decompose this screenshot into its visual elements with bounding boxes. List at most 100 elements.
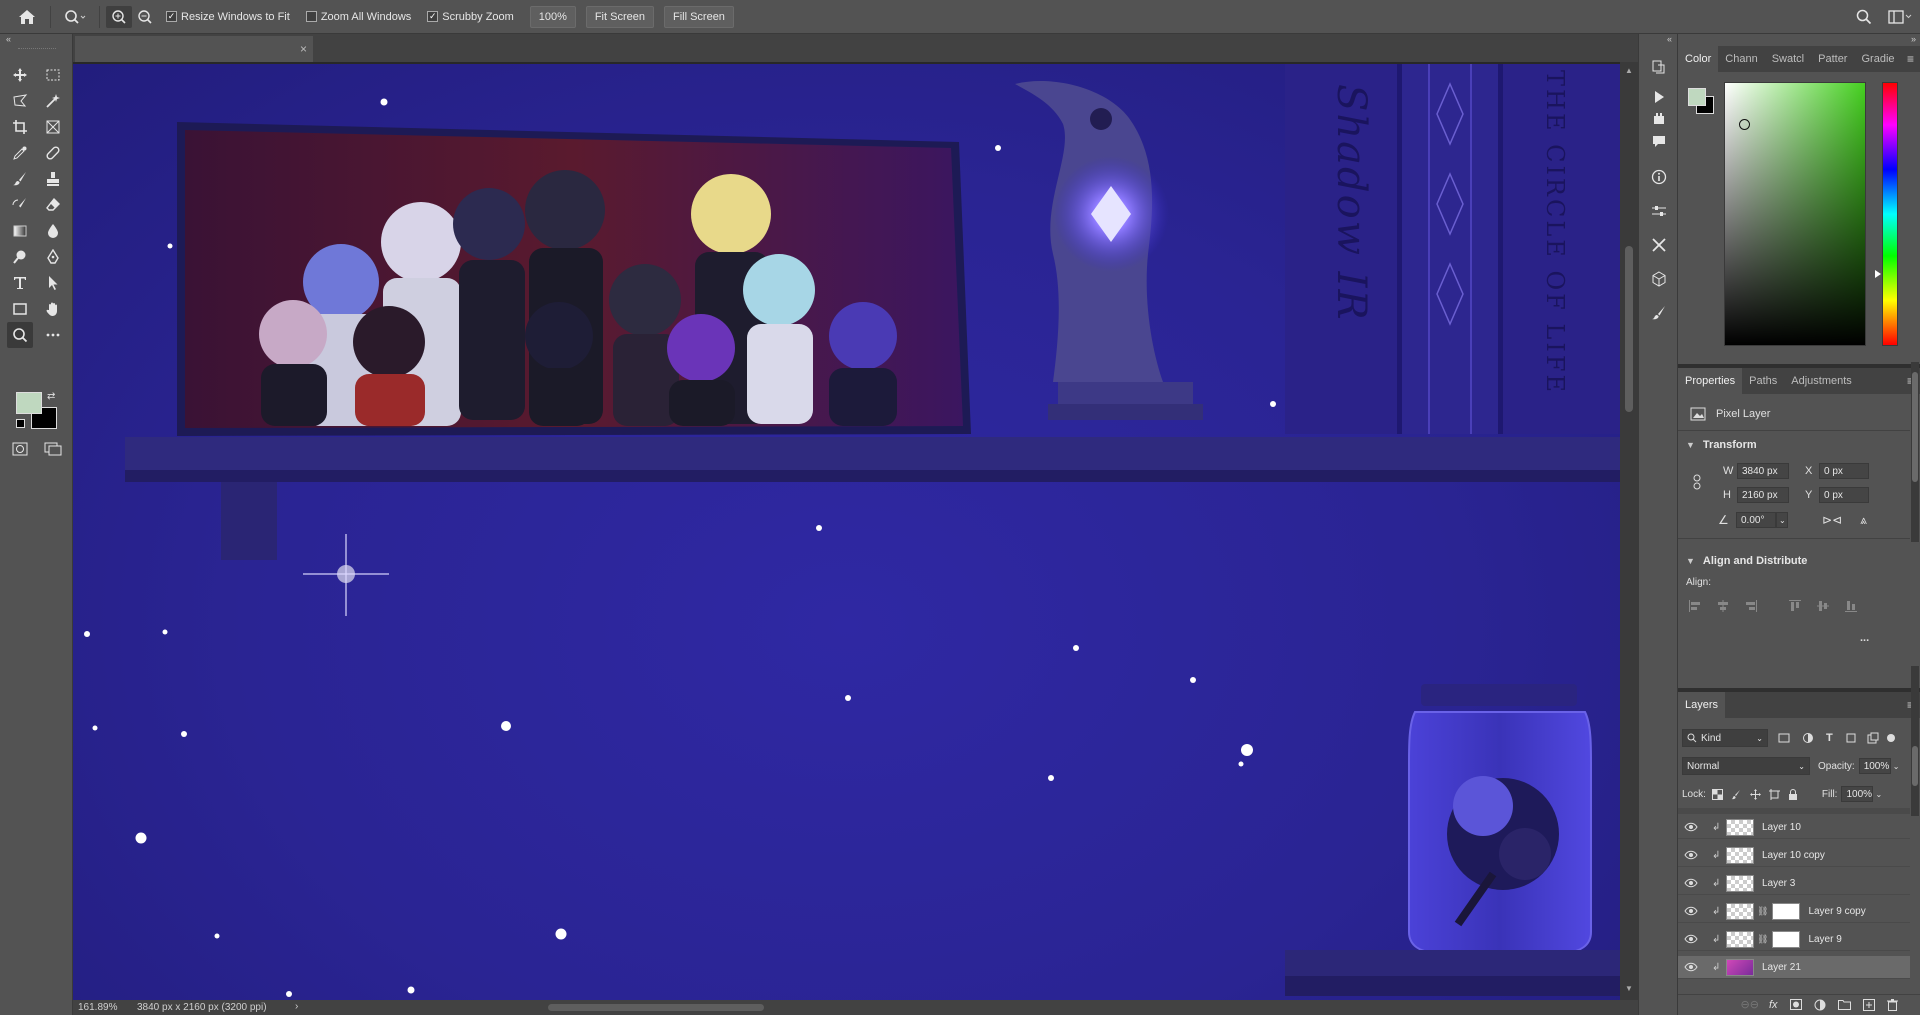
layer-row[interactable]: ↲ ⛓ Layer 9 [1678, 928, 1910, 951]
zoom-tool-preset-button[interactable] [57, 6, 93, 28]
zoom-all-windows-checkbox[interactable]: Zoom All Windows [305, 11, 411, 23]
frame-tool[interactable] [40, 114, 66, 140]
collapse-panels-icon[interactable]: » [1911, 34, 1916, 44]
hue-slider-marker[interactable] [1875, 270, 1881, 278]
mask-link-icon[interactable]: ⛓ [1757, 934, 1768, 945]
opacity-dropdown-icon[interactable]: ⌄ [1893, 762, 1900, 771]
align-center-icon[interactable] [1716, 599, 1730, 613]
resize-windows-checkbox[interactable]: ✓ Resize Windows to Fit [166, 11, 290, 23]
delete-layer-icon[interactable] [1886, 998, 1898, 1011]
layer-mask-thumbnail[interactable] [1772, 902, 1801, 920]
marquee-tool[interactable] [40, 62, 66, 88]
default-colors-icon[interactable] [16, 419, 25, 428]
tab-color[interactable]: Color [1678, 46, 1719, 72]
tool-presets-panel-button[interactable] [1646, 232, 1672, 258]
dodge-tool[interactable] [7, 244, 33, 270]
align-section-header[interactable]: ▼ Align and Distribute [1678, 552, 1920, 570]
pen-tool[interactable] [40, 244, 66, 270]
filter-adjustment-icon[interactable] [1802, 732, 1814, 744]
panel-grip[interactable] [18, 48, 56, 50]
vertical-scrollbar[interactable]: ▲ ▼ [1620, 62, 1638, 1000]
height-input[interactable]: 2160 px [1737, 487, 1789, 503]
healing-brush-tool[interactable] [40, 140, 66, 166]
layer-row[interactable]: ↲ ⛓ Layer 9 copy [1678, 900, 1910, 923]
canvas-area[interactable]: Shadow IR THE CIRCLE OF LIFE [73, 62, 1620, 1000]
mask-link-icon[interactable]: ⛓ [1757, 906, 1768, 917]
adjustment-layer-icon[interactable] [1814, 999, 1826, 1011]
flip-vertical-icon[interactable]: ⩓ [1860, 513, 1867, 528]
layer-style-icon[interactable]: fx [1769, 999, 1778, 1011]
angle-input[interactable]: 0.00° [1736, 512, 1776, 528]
layer-name[interactable]: Layer 21 [1762, 962, 1801, 973]
filter-smart-object-icon[interactable] [1867, 732, 1879, 744]
status-zoom[interactable]: 161.89% [73, 1002, 125, 1013]
eraser-tool[interactable] [40, 192, 66, 218]
filter-pixel-icon[interactable] [1778, 732, 1790, 744]
filter-type-icon[interactable]: T [1826, 732, 1833, 744]
scroll-up-icon[interactable]: ▲ [1625, 66, 1633, 75]
more-options-button[interactable]: ... [1860, 632, 1869, 644]
scrubby-zoom-checkbox[interactable]: ✓ Scrubby Zoom [427, 11, 514, 23]
fill-input[interactable]: 100% [1841, 786, 1874, 802]
status-menu-arrow[interactable]: › [295, 1001, 298, 1012]
color-picker-cursor[interactable] [1739, 119, 1750, 130]
workspace-button[interactable] [1880, 6, 1920, 28]
filter-kind-select[interactable]: Kind ⌄ [1682, 729, 1768, 747]
lock-pixels-icon[interactable] [1731, 789, 1742, 800]
visibility-eye-icon[interactable] [1680, 850, 1702, 860]
filter-shape-icon[interactable] [1845, 732, 1857, 744]
fill-dropdown-icon[interactable]: ⌄ [1875, 790, 1882, 799]
swap-colors-icon[interactable]: ⇄ [47, 391, 55, 402]
magic-wand-tool[interactable] [40, 88, 66, 114]
history-panel-button[interactable] [1646, 54, 1672, 80]
scroll-down-icon[interactable]: ▼ [1625, 984, 1633, 993]
horizontal-scrollbar[interactable] [318, 1003, 1618, 1012]
transform-section-header[interactable]: ▼ Transform [1678, 436, 1920, 454]
lock-position-icon[interactable] [1749, 788, 1761, 800]
lasso-tool[interactable] [7, 88, 33, 114]
fill-screen-button[interactable]: Fill Screen [663, 5, 734, 28]
new-group-icon[interactable] [1837, 999, 1851, 1010]
quick-mask-button[interactable] [7, 436, 33, 462]
eyedropper-tool[interactable] [7, 140, 33, 166]
y-input[interactable]: 0 px [1819, 487, 1869, 503]
crop-tool[interactable] [7, 114, 33, 140]
gradient-tool[interactable] [7, 218, 33, 244]
type-tool[interactable] [7, 270, 33, 296]
rectangle-tool[interactable] [7, 296, 33, 322]
filter-toggle-icon[interactable] [1886, 734, 1895, 742]
foreground-color-swatch[interactable] [16, 392, 42, 414]
history-brush-tool[interactable] [7, 192, 33, 218]
opacity-input[interactable]: 100% [1858, 758, 1891, 774]
lock-transparent-icon[interactable] [1711, 788, 1723, 800]
tab-paths[interactable]: Paths [1742, 368, 1784, 394]
brush-settings-panel-button[interactable] [1646, 300, 1672, 326]
vertical-scroll-thumb[interactable] [1625, 246, 1633, 412]
tab-properties[interactable]: Properties [1678, 368, 1743, 394]
search-button[interactable] [1848, 6, 1880, 28]
tab-adjustments[interactable]: Adjustments [1784, 368, 1859, 394]
color-picker-field[interactable] [1724, 82, 1866, 346]
layer-row[interactable]: ↲ Layer 21 [1678, 956, 1910, 979]
home-button[interactable] [10, 0, 44, 34]
layers-scroll-thumb[interactable] [1912, 746, 1918, 786]
visibility-eye-icon[interactable] [1680, 934, 1702, 944]
layer-name[interactable]: Layer 3 [1762, 878, 1795, 889]
x-input[interactable]: 0 px [1819, 463, 1869, 479]
blur-tool[interactable] [40, 218, 66, 244]
align-top-icon[interactable] [1788, 599, 1802, 613]
collapse-strip-icon[interactable]: « [1667, 34, 1672, 44]
brush-tool[interactable] [7, 166, 33, 192]
align-left-icon[interactable] [1688, 599, 1702, 613]
properties-scroll-thumb[interactable] [1912, 372, 1918, 482]
hue-slider[interactable] [1882, 82, 1898, 346]
clone-stamp-tool[interactable] [40, 166, 66, 192]
zoom-tool[interactable] [7, 322, 33, 348]
color-foreground-swatch[interactable] [1688, 88, 1706, 106]
new-layer-icon[interactable] [1862, 998, 1875, 1011]
close-tab-icon[interactable]: × [300, 42, 307, 56]
align-middle-icon[interactable] [1816, 599, 1830, 613]
lock-artboard-icon[interactable] [1768, 788, 1780, 800]
3d-panel-button[interactable] [1646, 266, 1672, 292]
angle-dropdown[interactable]: ⌄ [1776, 512, 1788, 528]
